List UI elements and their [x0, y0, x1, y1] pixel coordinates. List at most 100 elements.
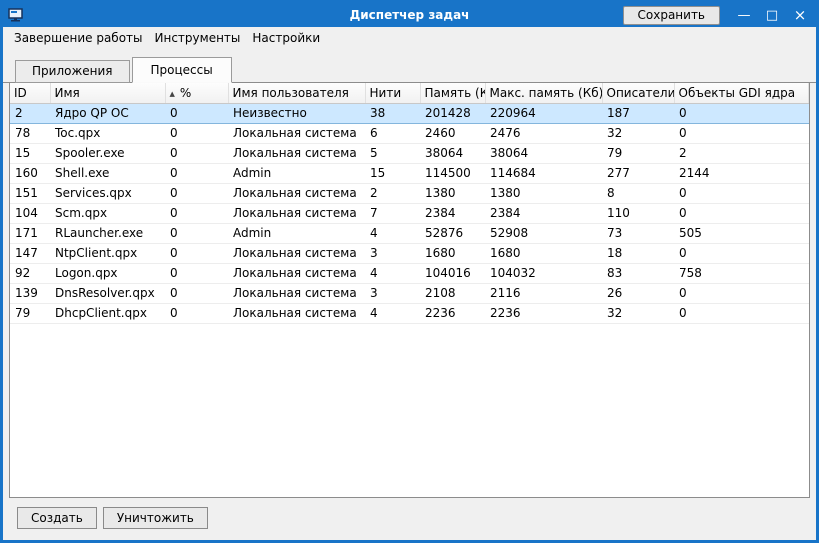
table-cell: 92: [10, 263, 50, 284]
table-cell: 114684: [485, 163, 602, 184]
table-row[interactable]: 151 Services.qpx 0 Локальная система 2 1380 13…: [10, 183, 809, 204]
titlebar-controls: Сохранить — □ ×: [622, 3, 817, 27]
app-icon: [8, 7, 26, 23]
table-cell: 1380: [485, 183, 602, 204]
table-cell: 2384: [420, 203, 485, 224]
table-cell: 5: [365, 143, 420, 164]
menubar: Завершение работы Инструменты Настройки: [3, 27, 816, 49]
table-cell: 73: [602, 223, 674, 244]
table-cell: 171: [10, 223, 50, 244]
table-cell: 2236: [420, 303, 485, 324]
sort-arrow-icon: ▲: [169, 89, 175, 98]
table-cell: 52876: [420, 223, 485, 244]
table-cell: 3: [365, 243, 420, 264]
table-cell: Spooler.exe: [50, 143, 165, 164]
destroy-button[interactable]: Уничтожить: [102, 507, 208, 529]
table-row[interactable]: 104 Scm.qpx 0 Локальная система 7 2384 2384 110…: [10, 203, 809, 224]
table-cell: 2: [10, 102, 50, 124]
table-cell: Admin: [228, 163, 365, 184]
table-cell: 0: [165, 203, 228, 224]
table-cell: 0: [674, 243, 809, 264]
column-header-1[interactable]: Имя: [50, 83, 166, 104]
table-row[interactable]: 15 Spooler.exe 0 Локальная система 5 38064 380…: [10, 143, 809, 164]
table-cell: 1380: [420, 183, 485, 204]
minimize-button[interactable]: —: [730, 3, 758, 27]
process-table-body: 2 Ядро QP ОС 0 Неизвестно 38 201428 220964 187 0…: [10, 102, 809, 324]
menu-item-settings[interactable]: Настройки: [246, 29, 326, 47]
table-cell: 0: [674, 102, 809, 124]
table-cell: Services.qpx: [50, 183, 165, 204]
table-cell: 18: [602, 243, 674, 264]
column-header-2[interactable]: ▲%: [165, 83, 229, 104]
save-button[interactable]: Сохранить: [622, 5, 720, 25]
table-cell: 2108: [420, 283, 485, 304]
column-header-6[interactable]: Макс. память (Кб): [485, 83, 603, 104]
table-cell: 104016: [420, 263, 485, 284]
table-cell: RLauncher.exe: [50, 223, 165, 244]
column-header-8[interactable]: Объекты GDI ядра: [674, 83, 809, 104]
table-cell: 6: [365, 123, 420, 144]
column-header-0[interactable]: ID: [10, 83, 51, 104]
table-cell: 2116: [485, 283, 602, 304]
column-header-4[interactable]: Нити: [365, 83, 421, 104]
table-row[interactable]: 139 DnsResolver.qpx 0 Локальная система 3 210…: [10, 283, 809, 304]
table-cell: 505: [674, 223, 809, 244]
table-cell: 15: [365, 163, 420, 184]
table-row[interactable]: 2 Ядро QP ОС 0 Неизвестно 38 201428 220964 187 0: [10, 102, 809, 124]
table-cell: Локальная система: [228, 283, 365, 304]
processes-tab-pane: IDИмя▲%Имя пользователяНитиПамять (Кб)Ма…: [3, 82, 816, 539]
table-cell: 110: [602, 203, 674, 224]
table-cell: 78: [10, 123, 50, 144]
table-cell: 15: [10, 143, 50, 164]
table-cell: 104032: [485, 263, 602, 284]
titlebar: Диспетчер задач Сохранить — □ ×: [3, 3, 816, 27]
table-cell: NtpClient.qpx: [50, 243, 165, 264]
column-header-3[interactable]: Имя пользователя: [228, 83, 366, 104]
table-cell: 1680: [420, 243, 485, 264]
table-header: IDИмя▲%Имя пользователяНитиПамять (Кб)Ма…: [10, 83, 809, 104]
table-row[interactable]: 171 RLauncher.exe 0 Admin 4 52876 52908 73 505: [10, 223, 809, 244]
table-row[interactable]: 78 Toc.qpx 0 Локальная система 6 2460 2476 32 0: [10, 123, 809, 144]
table-cell: Toc.qpx: [50, 123, 165, 144]
table-cell: 38064: [485, 143, 602, 164]
create-button[interactable]: Создать: [17, 507, 97, 529]
table-cell: 26: [602, 283, 674, 304]
process-table: IDИмя▲%Имя пользователяНитиПамять (Кб)Ма…: [10, 83, 809, 324]
table-cell: Локальная система: [228, 203, 365, 224]
table-cell: 160: [10, 163, 50, 184]
table-cell: 277: [602, 163, 674, 184]
column-header-5[interactable]: Память (Кб): [420, 83, 486, 104]
table-cell: 79: [10, 303, 50, 324]
table-cell: 220964: [485, 102, 602, 124]
table-cell: 32: [602, 123, 674, 144]
table-cell: Локальная система: [228, 303, 365, 324]
table-cell: 151: [10, 183, 50, 204]
menu-item-tools[interactable]: Инструменты: [149, 29, 247, 47]
table-cell: 0: [674, 183, 809, 204]
table-cell: 139: [10, 283, 50, 304]
table-cell: 0: [674, 203, 809, 224]
table-row[interactable]: 147 NtpClient.qpx 0 Локальная система 3 1680 1…: [10, 243, 809, 264]
table-cell: DhcpClient.qpx: [50, 303, 165, 324]
tab-applications[interactable]: Приложения: [15, 60, 130, 83]
maximize-button[interactable]: □: [758, 3, 786, 27]
table-cell: 104: [10, 203, 50, 224]
close-button[interactable]: ×: [786, 3, 814, 27]
tab-processes[interactable]: Процессы: [131, 57, 232, 83]
table-cell: Неизвестно: [228, 102, 365, 124]
table-cell: 0: [165, 183, 228, 204]
table-cell: 52908: [485, 223, 602, 244]
table-cell: 0: [165, 143, 228, 164]
table-cell: Локальная система: [228, 183, 365, 204]
table-cell: 4: [365, 303, 420, 324]
table-cell: 2476: [485, 123, 602, 144]
menu-item-shutdown[interactable]: Завершение работы: [8, 29, 149, 47]
table-cell: Shell.exe: [50, 163, 165, 184]
table-row[interactable]: 160 Shell.exe 0 Admin 15 114500 114684 277 2144: [10, 163, 809, 184]
table-cell: 4: [365, 223, 420, 244]
table-row[interactable]: 79 DhcpClient.qpx 0 Локальная система 4 2236 2…: [10, 303, 809, 324]
table-cell: 1680: [485, 243, 602, 264]
column-header-7[interactable]: Описатели: [602, 83, 675, 104]
table-cell: 2384: [485, 203, 602, 224]
table-row[interactable]: 92 Logon.qpx 0 Локальная система 4 104016 1040…: [10, 263, 809, 284]
